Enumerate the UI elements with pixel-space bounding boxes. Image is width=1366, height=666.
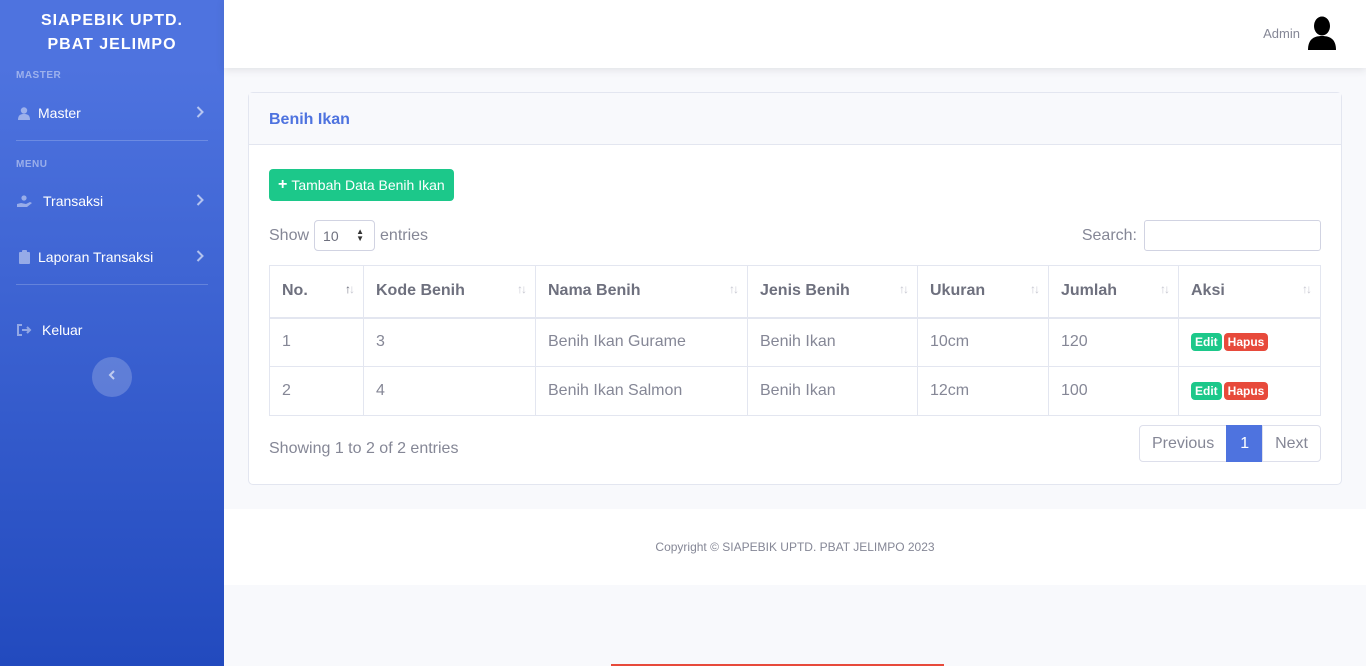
- cell-aksi: Edit Hapus: [1178, 317, 1321, 367]
- add-benih-label: Tambah Data Benih Ikan: [291, 177, 445, 193]
- add-benih-button[interactable]: + Tambah Data Benih Ikan: [269, 169, 454, 201]
- search-label: Search:: [1081, 226, 1137, 244]
- sidebar-item-label: Transaksi: [43, 193, 104, 209]
- sidebar-item-transaksi[interactable]: Transaksi: [16, 189, 208, 213]
- edit-button[interactable]: Edit: [1191, 382, 1222, 400]
- table-row: 1 3 Benih Ikan Gurame Benih Ikan 10cm 12…: [269, 317, 1321, 367]
- sidebar-item-keluar[interactable]: Keluar: [16, 318, 208, 342]
- column-header-no[interactable]: No. ↑↓: [269, 265, 364, 319]
- cell-jenis-benih: Benih Ikan: [747, 317, 918, 367]
- cell-nama-benih: Benih Ikan Gurame: [535, 317, 748, 367]
- cell-kode-benih: 3: [363, 317, 536, 367]
- cell-kode-benih: 4: [363, 366, 536, 416]
- sidebar-divider: [16, 284, 208, 285]
- sidebar-item-label: Keluar: [42, 322, 83, 338]
- chevron-right-icon: [196, 249, 204, 265]
- brand-line-1: SIAPEBIK UPTD.: [40, 12, 183, 29]
- entries-label: entries: [380, 226, 429, 244]
- delete-button[interactable]: Hapus: [1223, 333, 1269, 352]
- sidebar-heading-master: MASTER: [16, 70, 62, 81]
- card-title: Benih Ikan: [249, 93, 1341, 145]
- brand[interactable]: SIAPEBIK UPTD. PBAT JELIMPO: [0, 0, 224, 66]
- column-header-ukuran[interactable]: Ukuran ↑↓: [917, 265, 1049, 319]
- column-header-jumlah[interactable]: Jumlah ↑↓: [1048, 265, 1179, 319]
- sort-icon: ↑↓: [1302, 282, 1312, 296]
- cell-jumlah: 120: [1048, 317, 1179, 367]
- page-length-control: Show 10 ▲ ▼ entries: [269, 220, 428, 251]
- sidebar: SIAPEBIK UPTD. PBAT JELIMPO MASTER Maste…: [0, 0, 224, 666]
- cell-jenis-benih: Benih Ikan: [747, 366, 918, 416]
- benih-table: No. ↑↓ Kode Benih ↑↓ Nama Benih ↑↓ Jenis Be…: [269, 265, 1321, 416]
- clipboard-icon: [16, 249, 32, 265]
- copyright-text: Copyright © SIAPEBIK UPTD. PBAT JELIMPO …: [655, 540, 935, 554]
- column-header-nama-benih[interactable]: Nama Benih ↑↓: [535, 265, 748, 319]
- table-info: Showing 1 to 2 of 2 entries: [269, 440, 459, 457]
- user-name[interactable]: Admin: [1263, 26, 1300, 41]
- page-length-select[interactable]: 10 ▲ ▼: [314, 220, 376, 251]
- delete-button[interactable]: Hapus: [1223, 382, 1269, 400]
- plus-icon: +: [278, 176, 288, 193]
- page-length-value: 10: [323, 227, 339, 244]
- table-row: 2 4 Benih Ikan Salmon Benih Ikan 12cm 10…: [269, 366, 1321, 416]
- show-label: Show: [269, 226, 310, 244]
- cell-ukuran: 10cm: [917, 317, 1049, 367]
- page-1-button[interactable]: 1: [1226, 425, 1264, 462]
- hand-holding-icon: [16, 193, 32, 209]
- table-header-row: No. ↑↓ Kode Benih ↑↓ Nama Benih ↑↓ Jenis Be…: [269, 265, 1321, 319]
- sort-icon: ↑↓: [345, 282, 355, 296]
- sidebar-divider: [16, 140, 208, 141]
- avatar[interactable]: [1308, 16, 1336, 50]
- search-control: Search:: [1082, 220, 1321, 251]
- search-input[interactable]: [1144, 220, 1321, 251]
- topbar: Admin: [224, 0, 1366, 68]
- select-arrows-icon: ▲ ▼: [356, 227, 365, 243]
- sign-out-icon: [16, 322, 32, 338]
- cell-aksi: Edit Hapus: [1178, 366, 1321, 416]
- sidebar-item-label: Laporan Transaksi: [38, 249, 154, 265]
- sidebar-item-master[interactable]: Master: [16, 101, 208, 125]
- footer: Copyright © SIAPEBIK UPTD. PBAT JELIMPO …: [224, 509, 1366, 585]
- brand-line-2: PBAT JELIMPO: [47, 36, 177, 53]
- previous-page-button[interactable]: Previous: [1138, 425, 1228, 462]
- sort-icon: ↑↓: [729, 282, 739, 296]
- benih-ikan-card: Benih Ikan + Tambah Data Benih Ikan Show…: [248, 92, 1342, 485]
- cell-no: 1: [269, 317, 364, 367]
- sidebar-item-label: Master: [38, 105, 81, 121]
- column-header-jenis-benih[interactable]: Jenis Benih ↑↓: [747, 265, 918, 319]
- chevron-right-icon: [196, 193, 204, 209]
- pagination: Previous 1 Next: [1138, 425, 1321, 462]
- sort-icon: ↑↓: [1160, 282, 1170, 296]
- sidebar-heading-menu: MENU: [16, 159, 48, 170]
- edit-button[interactable]: Edit: [1191, 333, 1222, 352]
- user-icon: [16, 105, 32, 121]
- sidebar-item-laporan-transaksi[interactable]: Laporan Transaksi: [16, 245, 208, 269]
- sort-icon: ↑↓: [899, 282, 909, 296]
- chevron-right-icon: [196, 105, 204, 121]
- sidebar-toggle-button[interactable]: [92, 357, 132, 397]
- cell-jumlah: 100: [1048, 366, 1179, 416]
- sort-icon: ↑↓: [1030, 282, 1040, 296]
- chevron-left-icon: [108, 368, 116, 386]
- cell-no: 2: [269, 366, 364, 416]
- column-header-kode-benih[interactable]: Kode Benih ↑↓: [363, 265, 536, 319]
- column-header-aksi[interactable]: Aksi ↑↓: [1178, 265, 1321, 319]
- cell-ukuran: 12cm: [917, 366, 1049, 416]
- cell-nama-benih: Benih Ikan Salmon: [535, 366, 748, 416]
- next-page-button[interactable]: Next: [1262, 425, 1321, 462]
- sort-icon: ↑↓: [517, 282, 527, 296]
